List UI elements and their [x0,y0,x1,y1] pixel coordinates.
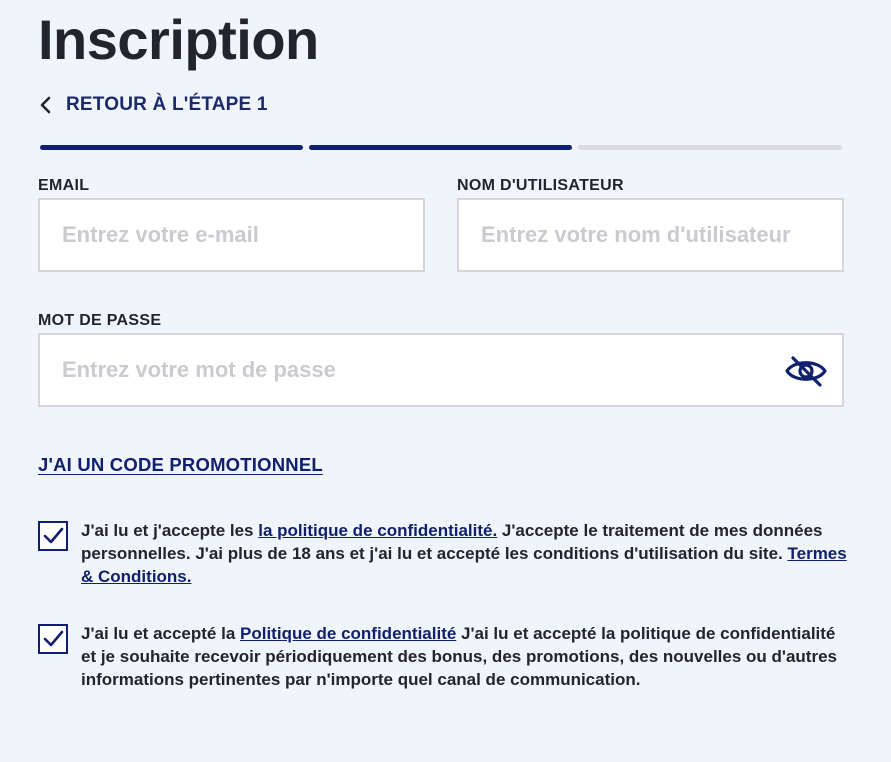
username-field-container [457,198,844,272]
consent-text-segment: J'ai lu et j'accepte les [81,521,259,540]
consent-privacy-terms-checkbox[interactable] [38,521,68,551]
consent-text-segment: J'ai lu et accepté la [81,624,241,643]
consent-privacy-terms: J'ai lu et j'accepte les la politique de… [38,519,850,591]
password-field[interactable] [40,335,842,405]
privacy-policy-link[interactable]: Politique de confidentialité [240,624,456,643]
progress-step-3 [578,145,842,150]
username-field[interactable] [459,200,842,270]
promo-code-link[interactable]: J'AI UN CODE PROMOTIONNEL [38,454,323,476]
consent-marketing-text: J'ai lu et accepté la Politique de confi… [81,622,851,691]
page-title: Inscription [38,8,319,71]
eye-slash-icon[interactable] [784,354,828,388]
back-to-step-1-link[interactable]: RETOUR À L'ÉTAPE 1 [38,94,268,116]
username-label: NOM D'UTILISATEUR [457,177,624,194]
password-label: MOT DE PASSE [38,312,162,329]
checkmark-icon [43,527,64,544]
chevron-left-icon [40,96,51,114]
step-progress-bar [40,145,842,150]
privacy-policy-link[interactable]: la politique de confidentialité. [258,521,497,540]
progress-step-2 [309,145,572,150]
consent-marketing: J'ai lu et accepté la Politique de confi… [38,622,850,714]
password-field-container [38,333,844,407]
back-link-label: RETOUR À L'ÉTAPE 1 [66,94,268,115]
checkmark-icon [43,630,64,647]
progress-step-1 [40,145,303,150]
consent-privacy-terms-text: J'ai lu et j'accepte les la politique de… [81,519,851,588]
email-field-container [38,198,425,272]
email-field[interactable] [40,200,423,270]
consent-marketing-checkbox[interactable] [38,624,68,654]
email-label: EMAIL [38,177,90,194]
